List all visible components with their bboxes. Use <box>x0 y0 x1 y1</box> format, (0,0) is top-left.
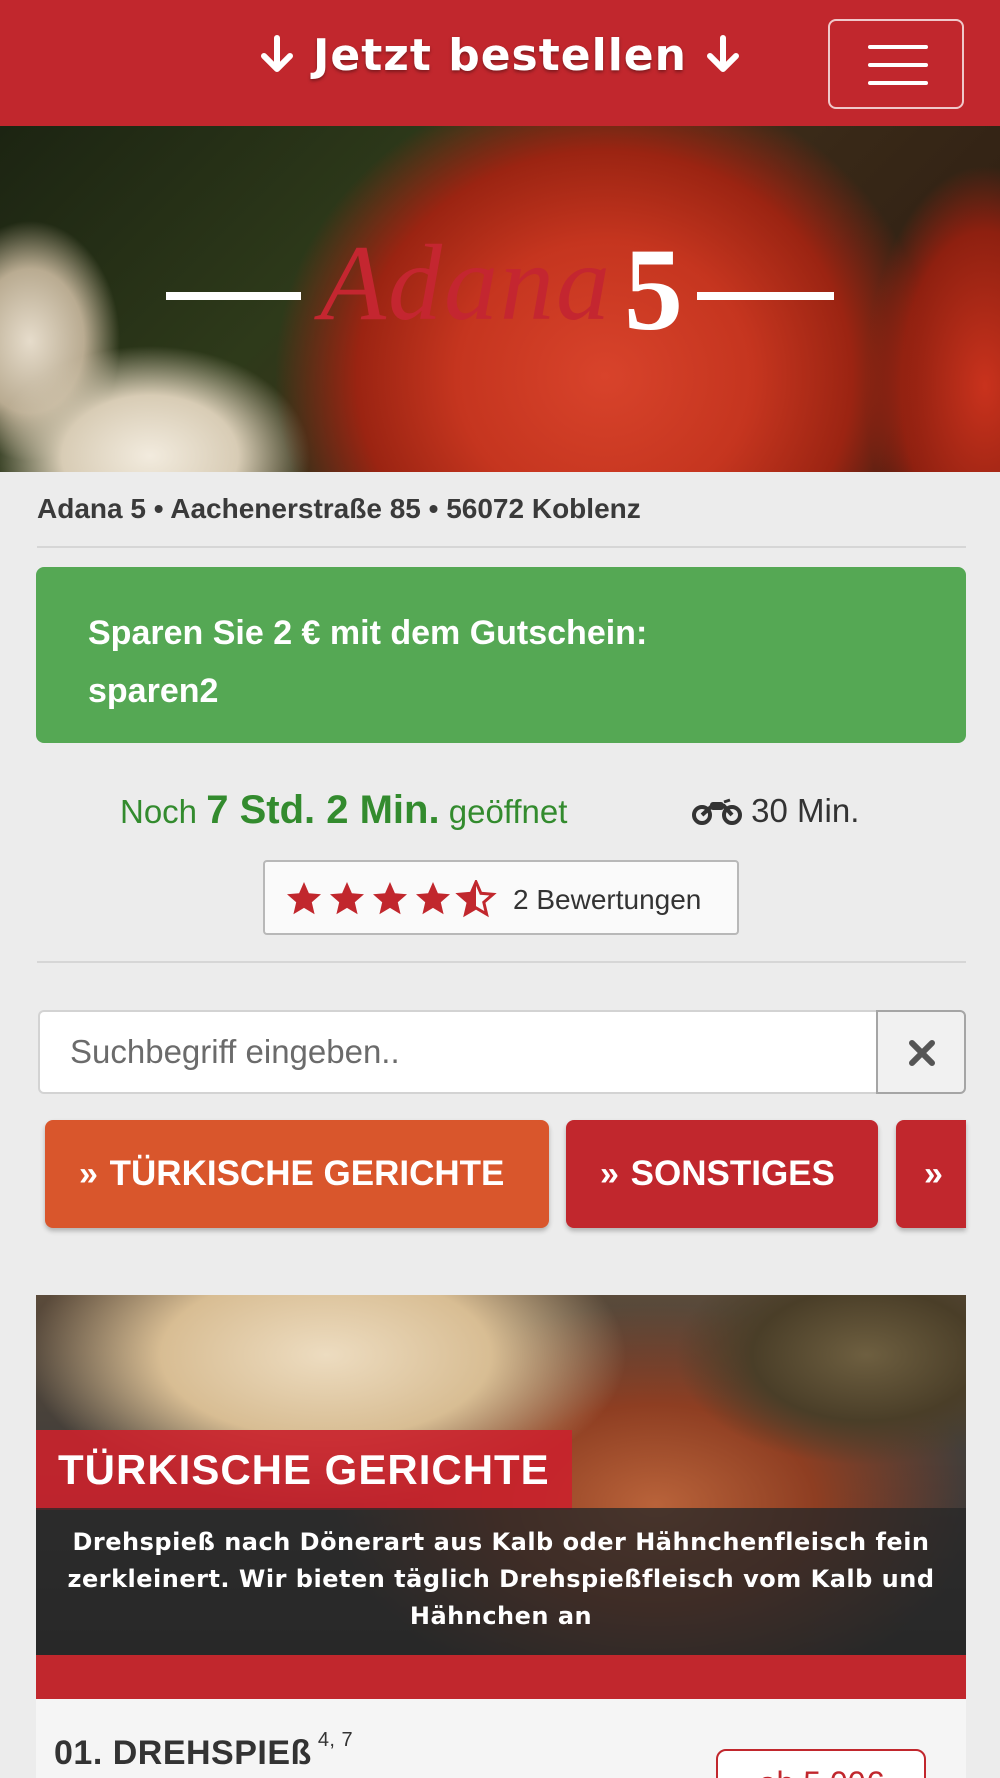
rating-button[interactable]: 2 Bewertungen <box>263 860 739 935</box>
double-chevron-right-icon: » <box>79 1155 98 1193</box>
rating-count: 2 Bewertungen <box>513 884 702 915</box>
separator-dot: • <box>428 493 447 524</box>
logo-number: 5 <box>624 224 683 355</box>
logo-text: Adana <box>320 224 612 343</box>
separator-dot: • <box>153 493 171 524</box>
delivery-time-value: 30 Min. <box>751 792 860 829</box>
restaurant-address: Adana 5 • Aachenerstraße 85 • 56072 Kobl… <box>37 493 641 525</box>
motorcycle-icon <box>692 798 742 825</box>
top-bar: Jetzt bestellen <box>0 0 1000 126</box>
restaurant-name: Adana 5 <box>37 493 146 524</box>
restaurant-street: Aachenerstraße 85 <box>170 493 421 524</box>
search-placeholder: Suchbegriff eingeben.. <box>70 1033 400 1070</box>
menu-item-name: 01. DREHSPIEß 4, 7 <box>54 1729 353 1773</box>
category-title: TÜRKISCHE GERICHTE <box>36 1430 572 1510</box>
divider <box>37 546 966 548</box>
menu-toggle-button[interactable] <box>828 19 964 109</box>
hero-image: Adana 5 <box>0 126 1000 472</box>
opening-prefix: Noch <box>120 793 198 830</box>
voucher-code: sparen2 <box>88 672 219 710</box>
divider <box>37 961 966 963</box>
opening-suffix: geöffnet <box>448 793 568 830</box>
double-chevron-right-icon: » <box>924 1155 943 1193</box>
delivery-time: 30 Min. <box>692 792 859 830</box>
opening-remaining: 7 Std. 2 Min. <box>206 788 440 832</box>
category-banner-bar <box>36 1655 966 1699</box>
logo-line-left <box>166 292 301 300</box>
double-chevron-right-icon: » <box>600 1155 619 1193</box>
category-button-tuerkische-gerichte[interactable]: » TÜRKISCHE GERICHTE <box>45 1120 549 1228</box>
restaurant-city: 56072 Koblenz <box>446 493 641 524</box>
search-clear-button[interactable] <box>876 1010 966 1094</box>
logo-line-right <box>697 292 834 300</box>
menu-item-title: 01. DREHSPIEß <box>54 1734 312 1772</box>
voucher-banner: Sparen Sie 2 € mit dem Gutschein: sparen… <box>36 567 966 743</box>
category-description-line: Drehspieß nach Dönerart aus Kalb oder Hä… <box>72 1528 930 1556</box>
close-icon <box>909 1040 935 1066</box>
category-button-more[interactable]: » <box>896 1120 966 1228</box>
rating-stars-icon <box>287 880 495 916</box>
category-banner: TÜRKISCHE GERICHTE Drehspieß nach Dönera… <box>36 1295 966 1655</box>
hamburger-icon-line <box>868 63 928 67</box>
category-description: Drehspieß nach Dönerart aus Kalb oder Hä… <box>36 1508 966 1655</box>
category-description-line: zerkleinert. Wir bieten täglich Drehspie… <box>67 1565 935 1593</box>
arrow-down-icon <box>707 35 740 72</box>
voucher-text: Sparen Sie 2 € mit dem Gutschein: <box>88 614 648 652</box>
menu-item-footnotes: 4, 7 <box>317 1729 354 1751</box>
search-input[interactable]: Suchbegriff eingeben.. <box>38 1010 877 1094</box>
hamburger-icon <box>868 45 928 49</box>
menu-item-price-button[interactable]: ab 5,00€ <box>716 1749 926 1778</box>
arrow-down-icon <box>260 35 293 72</box>
category-button-label: SONSTIGES <box>630 1154 835 1193</box>
hamburger-icon-line <box>868 81 928 85</box>
category-button-sonstiges[interactable]: » SONSTIGES <box>566 1120 878 1228</box>
order-now-label: Jetzt bestellen <box>313 30 687 81</box>
category-button-label: TÜRKISCHE GERICHTE <box>109 1154 505 1193</box>
opening-status: Noch 7 Std. 2 Min. geöffnet <box>120 788 567 833</box>
category-description-line: Hähnchen an <box>409 1602 593 1630</box>
